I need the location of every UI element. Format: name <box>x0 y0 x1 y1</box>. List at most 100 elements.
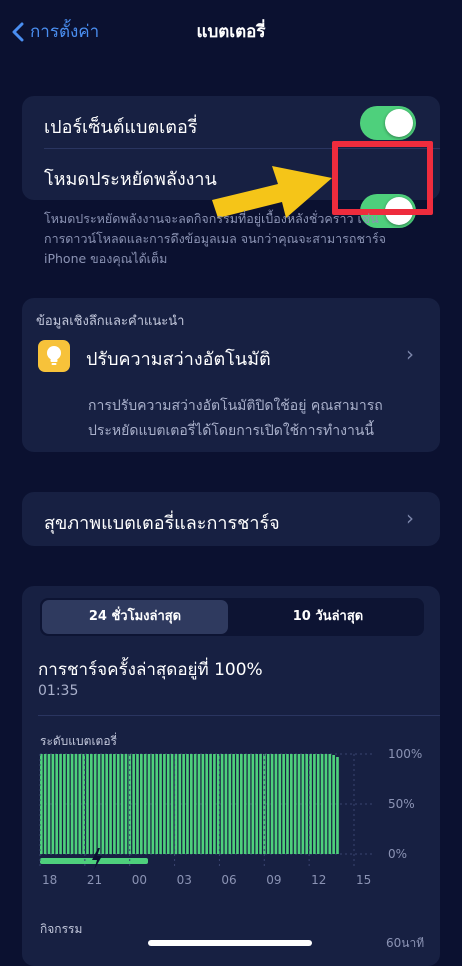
battery-bar <box>332 755 335 854</box>
battery-bar <box>316 754 320 854</box>
home-indicator <box>148 940 312 946</box>
section-divider <box>38 715 440 716</box>
battery-bar <box>93 754 97 854</box>
battery-bar <box>132 754 135 854</box>
low-power-footnote: โหมดประหยัดพลังงานจะลดกิจกรรมที่อยู่เบื้… <box>44 209 444 269</box>
battery-bar <box>232 754 235 854</box>
battery-bar <box>209 754 212 854</box>
battery-bar <box>301 754 305 854</box>
battery-percentage-toggle[interactable] <box>360 106 416 140</box>
battery-bar <box>155 754 159 854</box>
activity-label: กิจกรรม <box>40 922 83 936</box>
battery-bar <box>243 754 247 854</box>
battery-bar <box>140 754 143 854</box>
battery-bar <box>201 754 205 854</box>
battery-bar <box>236 754 239 854</box>
battery-bar <box>143 754 147 854</box>
y-tick-label: 0% <box>388 847 407 861</box>
battery-bar <box>90 754 93 854</box>
lightbulb-icon <box>38 340 70 372</box>
battery-bar <box>220 754 224 854</box>
footnote-line: การดาวน์โหลดและการดึงข้อมูลเมล จนกว่าคุณ… <box>44 231 386 246</box>
auto-brightness-title: ปรับความสว่างอัตโนมัติ <box>86 349 271 370</box>
footnote-line: iPhone ของคุณได้เต็ม <box>44 251 168 266</box>
battery-bar <box>97 754 101 854</box>
toggle-knob <box>385 109 413 137</box>
battery-bar <box>51 754 55 854</box>
battery-bar <box>55 754 59 854</box>
chevron-right-icon: › <box>406 342 414 366</box>
desc-line: การปรับความสว่างอัตโนมัติปิดใช้อยู่ คุณส… <box>88 398 383 414</box>
insights-card: ข้อมูลเชิงลึกและคำแนะนำ ปรับความสว่างอัต… <box>22 298 440 452</box>
battery-bar <box>66 754 70 854</box>
battery-bar <box>105 754 109 854</box>
battery-bar <box>297 754 301 854</box>
battery-bar <box>313 754 316 854</box>
battery-bar <box>166 754 170 854</box>
battery-bar <box>63 754 66 854</box>
battery-bar <box>224 754 228 854</box>
battery-bar <box>124 754 128 854</box>
highlight-box <box>332 141 433 215</box>
battery-bar <box>259 754 262 854</box>
battery-bar <box>228 754 232 854</box>
battery-bar <box>159 754 162 854</box>
battery-percentage-label: เปอร์เซ็นต์แบตเตอรี่ <box>44 117 198 138</box>
battery-bar <box>213 754 216 854</box>
battery-bar <box>74 754 78 854</box>
battery-bar <box>305 754 309 854</box>
battery-bar <box>186 754 189 854</box>
battery-bar <box>163 754 166 854</box>
battery-bar <box>205 754 209 854</box>
battery-bar <box>255 754 259 854</box>
battery-health-label: สุขภาพแบตเตอรี่และการชาร์จ <box>44 513 280 534</box>
battery-bar <box>336 757 339 854</box>
low-power-mode-label: โหมดประหยัดพลังงาน <box>44 169 217 190</box>
desc-line: ประหยัดแบตเตอรี่ได้โดยการเปิดใช้การทำงาน… <box>88 423 374 439</box>
battery-bar <box>59 754 62 854</box>
segment-10d[interactable]: 10 วันล่าสุด <box>234 600 422 634</box>
insights-header: ข้อมูลเชิงลึกและคำแนะนำ <box>36 314 185 329</box>
battery-bar <box>116 754 120 854</box>
battery-bar <box>101 754 105 854</box>
battery-bar <box>320 754 324 854</box>
battery-bar <box>190 754 193 854</box>
x-tick-label: 03 <box>177 873 192 887</box>
battery-bar <box>247 754 251 854</box>
segment-24h[interactable]: 24 ชั่วโมงล่าสุด <box>42 600 228 634</box>
battery-bar <box>278 754 282 854</box>
battery-bar <box>240 754 243 854</box>
battery-bar <box>70 754 74 854</box>
x-tick-label: 18 <box>42 873 57 887</box>
battery-bar <box>274 754 278 854</box>
battery-bar <box>178 754 182 854</box>
activity-axis-top: 60นาที <box>386 936 425 950</box>
x-tick-label: 12 <box>311 873 326 887</box>
usage-card: 24 ชั่วโมงล่าสุด 10 วันล่าสุด การชาร์จคร… <box>22 586 440 966</box>
battery-bar <box>43 754 47 854</box>
battery-bar <box>86 754 89 854</box>
battery-bar <box>78 754 82 854</box>
battery-bar <box>147 754 151 854</box>
battery-bar <box>324 754 328 854</box>
x-tick-label: 09 <box>266 873 281 887</box>
battery-bar <box>266 754 270 854</box>
last-charge-title: การชาร์จครั้งล่าสุดอยู่ที่ 100% <box>38 660 263 680</box>
footnote-line: โหมดประหยัดพลังงานจะลดกิจกรรมที่อยู่เบื้… <box>44 211 379 226</box>
battery-health-row[interactable]: สุขภาพแบตเตอรี่และการชาร์จ › <box>22 492 440 546</box>
battery-bar <box>120 754 124 854</box>
battery-bar <box>286 754 289 854</box>
battery-bar <box>282 754 285 854</box>
x-tick-label: 15 <box>356 873 371 887</box>
battery-bar <box>251 754 255 854</box>
y-tick-label: 100% <box>388 747 422 761</box>
auto-brightness-desc: การปรับความสว่างอัตโนมัติปิดใช้อยู่ คุณส… <box>88 394 383 444</box>
y-tick-label: 50% <box>388 797 415 811</box>
time-range-segmented-control: 24 ชั่วโมงล่าสุด 10 วันล่าสุด <box>40 598 424 636</box>
battery-bar <box>182 754 185 854</box>
auto-brightness-row[interactable]: ปรับความสว่างอัตโนมัติ › <box>22 336 440 376</box>
x-tick-label: 00 <box>132 873 147 887</box>
battery-bar <box>151 754 155 854</box>
last-charge-time: 01:35 <box>38 683 79 699</box>
page-title: แบตเตอรี่ <box>196 22 266 42</box>
